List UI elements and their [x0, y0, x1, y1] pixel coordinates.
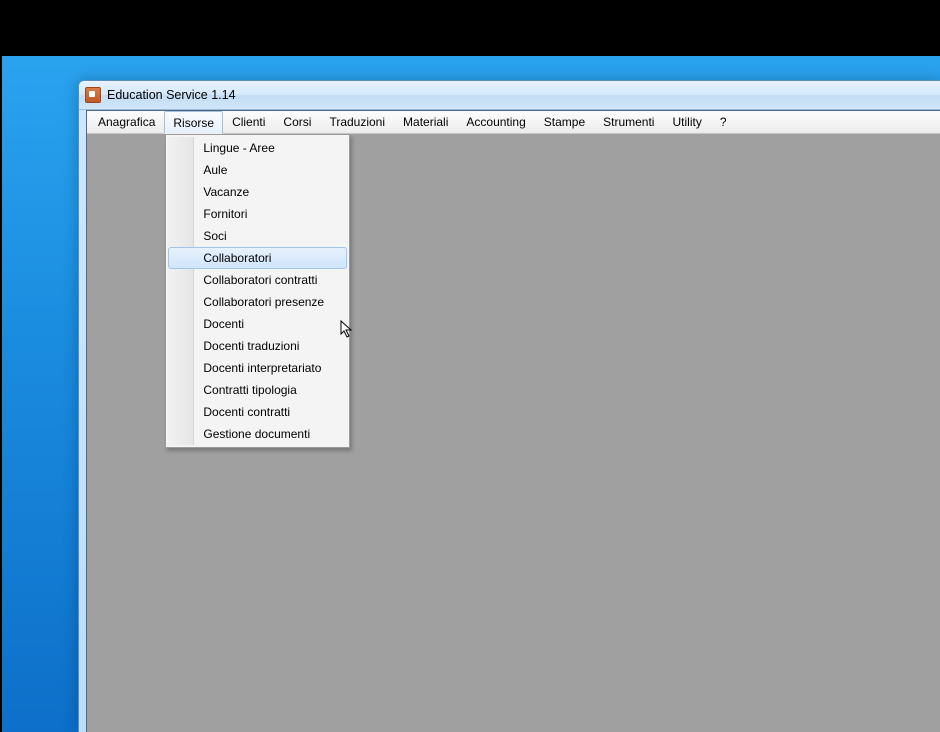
dropdown-item-vacanze[interactable]: Vacanze — [168, 181, 347, 203]
dropdown-item-label: Collaboratori presenze — [203, 295, 324, 309]
menu-label: Traduzioni — [329, 115, 385, 129]
dropdown-item-label: Vacanze — [203, 185, 249, 199]
menu-stampe[interactable]: Stampe — [535, 111, 594, 133]
inner-frame: Anagrafica Risorse Lingue - Aree Aule Va… — [86, 110, 940, 732]
dropdown-item-label: Docenti traduzioni — [203, 339, 299, 353]
title-bar[interactable]: Education Service 1.14 — [79, 81, 940, 110]
menu-label: Accounting — [466, 115, 525, 129]
menu-materiali[interactable]: Materiali — [394, 111, 457, 133]
menu-label: Stampe — [544, 115, 585, 129]
menu-help[interactable]: ? — [711, 111, 736, 133]
dropdown-item-collaboratori-presenze[interactable]: Collaboratori presenze — [168, 291, 347, 313]
dropdown-risorse: Lingue - Aree Aule Vacanze Fornitori Soc… — [165, 134, 350, 448]
menu-anagrafica[interactable]: Anagrafica — [89, 111, 164, 133]
dropdown-item-label: Soci — [203, 229, 226, 243]
dropdown-item-label: Contratti tipologia — [203, 383, 296, 397]
dropdown-item-lingue-aree[interactable]: Lingue - Aree — [168, 137, 347, 159]
dropdown-item-docenti-contratti[interactable]: Docenti contratti — [168, 401, 347, 423]
menu-label: Anagrafica — [98, 115, 155, 129]
dropdown-item-fornitori[interactable]: Fornitori — [168, 203, 347, 225]
menu-label: ? — [720, 115, 727, 129]
menu-risorse[interactable]: Risorse Lingue - Aree Aule Vacanze Forni… — [164, 111, 223, 134]
dropdown-item-collaboratori[interactable]: Collaboratori — [168, 247, 347, 269]
menu-accounting[interactable]: Accounting — [457, 111, 534, 133]
dropdown-item-docenti-traduzioni[interactable]: Docenti traduzioni — [168, 335, 347, 357]
dropdown-item-label: Lingue - Aree — [203, 141, 274, 155]
dropdown-item-label: Aule — [203, 163, 227, 177]
dropdown-item-contratti-tipologia[interactable]: Contratti tipologia — [168, 379, 347, 401]
dropdown-item-docenti[interactable]: Docenti — [168, 313, 347, 335]
menu-label: Clienti — [232, 115, 265, 129]
menu-traduzioni[interactable]: Traduzioni — [320, 111, 394, 133]
menu-label: Utility — [672, 115, 701, 129]
menu-corsi[interactable]: Corsi — [274, 111, 320, 133]
dropdown-item-docenti-interpretariato[interactable]: Docenti interpretariato — [168, 357, 347, 379]
menu-bar: Anagrafica Risorse Lingue - Aree Aule Va… — [87, 111, 940, 134]
menu-label: Materiali — [403, 115, 448, 129]
dropdown-item-label: Docenti interpretariato — [203, 361, 321, 375]
menu-label: Strumenti — [603, 115, 654, 129]
menu-label: Risorse — [173, 116, 214, 130]
menu-utility[interactable]: Utility — [663, 111, 710, 133]
dropdown-item-label: Docenti — [203, 317, 244, 331]
app-icon — [85, 87, 101, 103]
window-title: Education Service 1.14 — [107, 88, 236, 102]
dropdown-item-label: Docenti contratti — [203, 405, 290, 419]
dropdown-item-label: Gestione documenti — [203, 427, 310, 441]
dropdown-item-collaboratori-contratti[interactable]: Collaboratori contratti — [168, 269, 347, 291]
dropdown-item-soci[interactable]: Soci — [168, 225, 347, 247]
menu-strumenti[interactable]: Strumenti — [594, 111, 663, 133]
dropdown-item-gestione-documenti[interactable]: Gestione documenti — [168, 423, 347, 445]
dropdown-item-label: Collaboratori contratti — [203, 273, 317, 287]
dropdown-item-label: Fornitori — [203, 207, 247, 221]
application-window: Education Service 1.14 Anagrafica Risors… — [78, 80, 940, 732]
menu-label: Corsi — [283, 115, 311, 129]
menu-clienti[interactable]: Clienti — [223, 111, 274, 133]
dropdown-item-aule[interactable]: Aule — [168, 159, 347, 181]
dropdown-item-label: Collaboratori — [203, 251, 271, 265]
